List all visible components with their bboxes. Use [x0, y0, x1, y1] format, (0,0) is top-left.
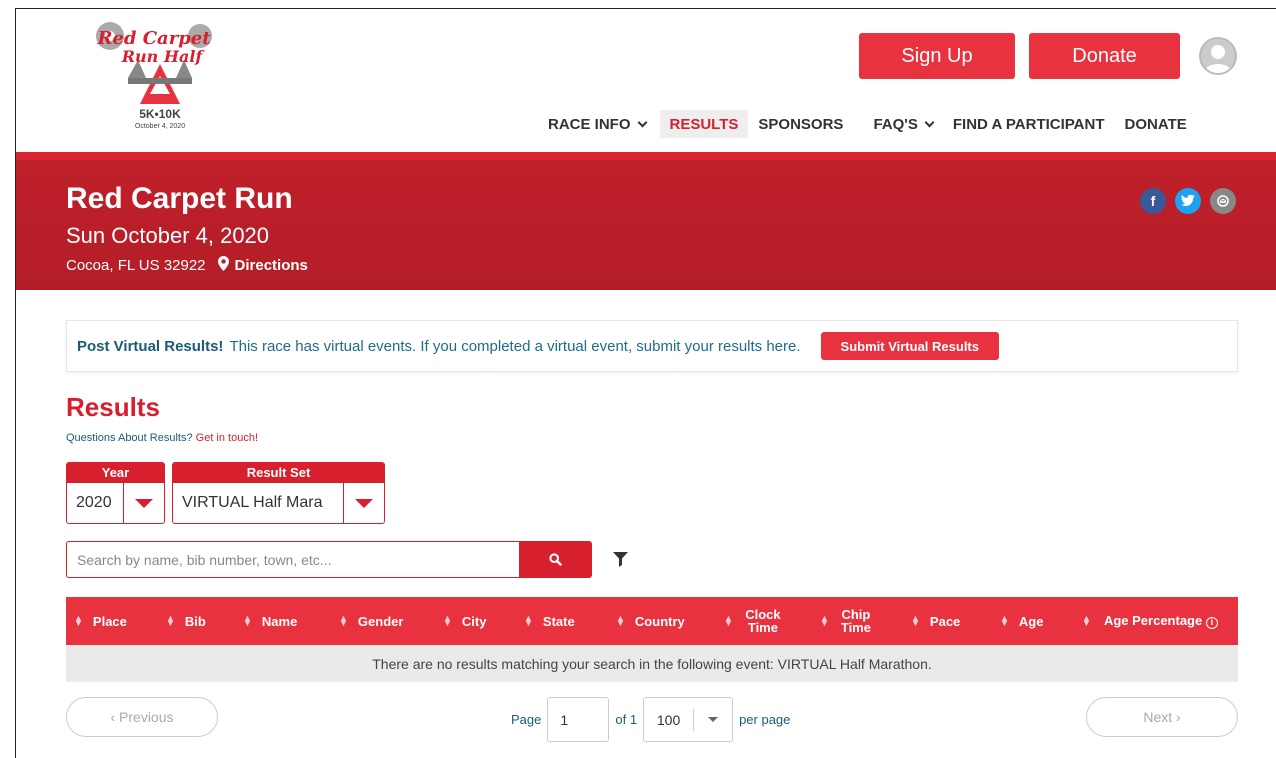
results-table-header: ▲ ▼ Place ▲ ▼ Bib ▲ ▼ Name ▲ ▼ Gender ▲ ▼ City ▲ ▼ S…: [66, 597, 1238, 645]
chevron-down-icon: [924, 117, 935, 127]
donate-button[interactable]: Donate: [1029, 33, 1180, 79]
results-question: Questions About Results? Get in touch!: [66, 432, 259, 444]
column-country[interactable]: ▲ ▼ Country: [616, 597, 685, 645]
page-number-input[interactable]: 1: [547, 697, 610, 742]
caret-down-icon[interactable]: [124, 483, 164, 523]
notice-heading: Post Virtual Results!: [77, 337, 224, 355]
race-date: Sun October 4, 2020: [66, 223, 270, 248]
page-label: Page: [511, 712, 542, 727]
sort-icon: ▲ ▼: [724, 613, 733, 628]
page-total-label: of 1: [615, 712, 638, 727]
result-set-value: VIRTUAL Half Mara: [173, 483, 344, 523]
next-page-button[interactable]: Next ›: [1086, 697, 1238, 737]
get-in-touch-link[interactable]: Get in touch!: [196, 432, 258, 444]
sort-icon: ▲ ▼: [166, 613, 175, 628]
svg-text:October 4, 2020: October 4, 2020: [135, 123, 185, 130]
nav-sponsors[interactable]: SPONSORS: [748, 110, 853, 138]
nav-donate[interactable]: DONATE: [1115, 110, 1197, 138]
column-age-percentage[interactable]: ▲ ▼ Age Percentage i: [1082, 597, 1221, 645]
previous-page-button[interactable]: ‹ Previous: [66, 697, 218, 737]
sort-icon: ▲ ▼: [243, 613, 252, 628]
location-text: Cocoa, FL US 32922: [66, 257, 206, 274]
result-set-select[interactable]: Result Set VIRTUAL Half Mara: [172, 462, 385, 524]
race-banner: Red Carpet Run Sun October 4, 2020 Cocoa…: [16, 152, 1276, 290]
column-age[interactable]: ▲ ▼ Age: [1000, 597, 1043, 645]
email-icon[interactable]: [1210, 188, 1236, 214]
chevron-down-icon: [637, 117, 647, 127]
nav-faqs[interactable]: FAQ'S: [863, 110, 942, 138]
per-page-select[interactable]: 100: [643, 697, 734, 742]
sign-up-button[interactable]: Sign Up: [859, 33, 1015, 79]
year-label: Year: [67, 463, 164, 483]
caret-down-icon[interactable]: [344, 483, 384, 523]
sort-icon: ▲ ▼: [443, 613, 452, 628]
sort-icon: ▲ ▼: [1000, 613, 1009, 628]
caret-down-icon: [694, 717, 732, 722]
column-city[interactable]: ▲ ▼ City: [443, 597, 486, 645]
result-set-label: Result Set: [173, 463, 384, 483]
column-chip-time[interactable]: ▲ ▼ Chip Time: [820, 597, 873, 645]
column-name[interactable]: ▲ ▼ Name: [243, 597, 297, 645]
twitter-icon[interactable]: [1175, 188, 1201, 214]
info-icon[interactable]: i: [1205, 616, 1218, 629]
user-avatar-icon[interactable]: [1199, 37, 1237, 75]
column-gender[interactable]: ▲ ▼ Gender: [339, 597, 403, 645]
pagination-controls: Page 1 of 1 100 per page: [511, 697, 790, 742]
race-title: Red Carpet Run: [66, 182, 293, 215]
virtual-results-notice: Post Virtual Results! This race has virt…: [66, 320, 1238, 372]
sort-icon: ▲ ▼: [74, 613, 83, 628]
search-button[interactable]: [519, 541, 592, 578]
column-bib[interactable]: ▲ ▼ Bib: [166, 597, 206, 645]
column-clock-time[interactable]: ▲ ▼ Clock Time: [724, 597, 783, 645]
nav-race-info[interactable]: RACE INFO: [538, 110, 656, 138]
year-select[interactable]: Year 2020: [66, 462, 165, 524]
nav-results[interactable]: RESULTS: [659, 110, 749, 138]
sort-icon: ▲ ▼: [911, 613, 920, 628]
sort-icon: ▲ ▼: [616, 613, 625, 628]
directions-link[interactable]: Directions: [235, 257, 308, 274]
map-pin-icon: [217, 256, 229, 275]
empty-results-message: There are no results matching your searc…: [66, 645, 1238, 682]
race-logo[interactable]: Red Carpet Run Half 5K•10K October 4, 20…: [88, 14, 228, 132]
search-icon: [549, 553, 562, 566]
column-state[interactable]: ▲ ▼ State: [524, 597, 575, 645]
per-page-label: per page: [739, 712, 791, 727]
sort-icon: ▲ ▼: [524, 613, 533, 628]
svg-text:Run Half: Run Half: [121, 47, 206, 66]
svg-text:Red Carpet: Red Carpet: [96, 28, 211, 49]
nav-find-participant[interactable]: FIND A PARTICIPANT: [943, 110, 1115, 138]
notice-text: This race has virtual events. If you com…: [229, 337, 801, 355]
results-heading: Results: [66, 392, 160, 422]
column-pace[interactable]: ▲ ▼ Pace: [911, 597, 960, 645]
svg-text:5K•10K: 5K•10K: [139, 107, 181, 121]
facebook-icon[interactable]: f: [1140, 188, 1166, 214]
per-page-value: 100: [644, 708, 695, 731]
sort-icon: ▲ ▼: [820, 613, 829, 628]
column-place[interactable]: ▲ ▼ Place: [74, 597, 127, 645]
search-input[interactable]: Search by name, bib number, town, etc...: [66, 541, 520, 578]
year-value: 2020: [67, 483, 124, 523]
main-nav: RACE INFO RESULTS SPONSORS FAQ'S FIND A …: [538, 110, 1197, 138]
filter-icon[interactable]: [613, 552, 628, 567]
sort-icon: ▲ ▼: [339, 613, 348, 628]
race-location: Cocoa, FL US 32922 Directions: [66, 256, 308, 275]
sort-icon: ▲ ▼: [1082, 613, 1091, 628]
submit-virtual-results-button[interactable]: Submit Virtual Results: [820, 332, 999, 360]
